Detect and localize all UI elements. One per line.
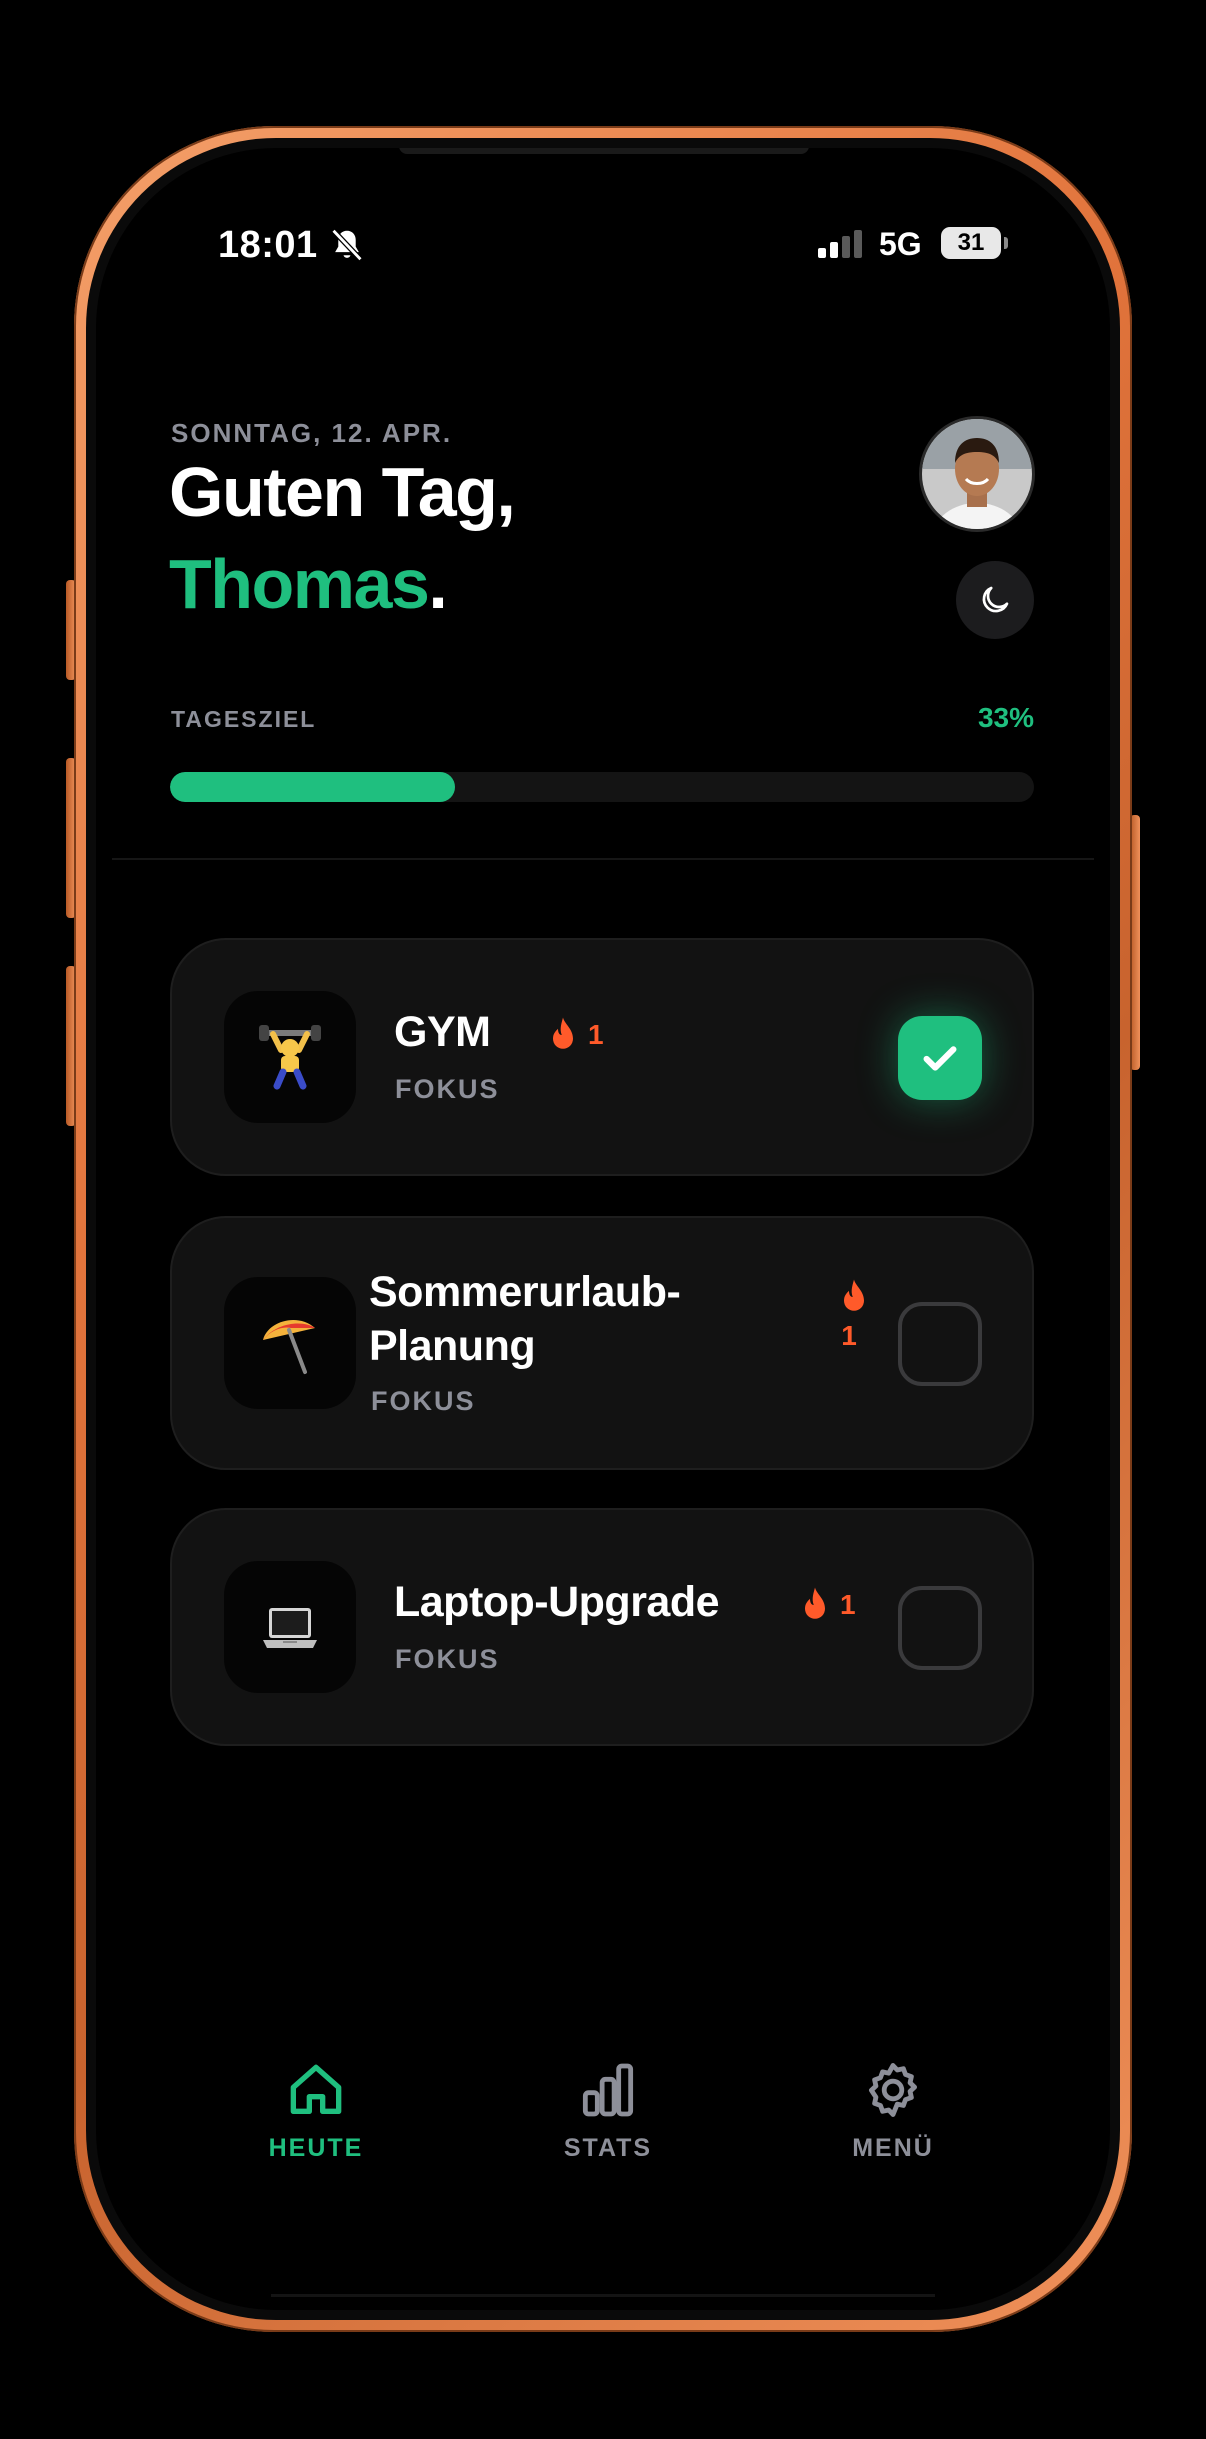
stage: 18:01 5G 31 SONNTAG, 12. APR. Guten Tag,… <box>0 0 1206 2439</box>
greeting-line: Guten Tag, <box>169 453 516 531</box>
tab-heute[interactable]: HEUTE <box>216 2058 416 2163</box>
task-title-line1: Sommerurlaub- <box>369 1268 681 1316</box>
task-card-laptop[interactable]: Laptop-Upgrade FOKUS 1 <box>170 1508 1034 1746</box>
moon-icon <box>982 586 1009 613</box>
task-icon-box <box>224 1561 356 1693</box>
greeting-name-line: Thomas. <box>169 544 448 624</box>
goal-percent: 33% <box>977 702 1034 733</box>
laptop-icon <box>263 1608 317 1648</box>
task-icon-box <box>224 991 356 1123</box>
streak-count: 1 <box>841 1320 857 1351</box>
weightlifter-icon <box>259 1025 321 1090</box>
flame-icon <box>844 1279 864 1311</box>
task-category: FOKUS <box>371 1386 476 1416</box>
bell-muted-icon <box>331 228 363 262</box>
goal-label: TAGESZIEL <box>171 706 317 732</box>
streak-badge: 1 <box>548 1016 604 1054</box>
streak-badge: 1 <box>834 1278 874 1352</box>
gear-icon <box>869 2063 917 2117</box>
task-category: FOKUS <box>395 1074 500 1104</box>
beach-umbrella-icon <box>263 1319 315 1374</box>
tab-label: HEUTE <box>268 2134 364 2162</box>
date-label: SONNTAG, 12. APR. <box>171 418 453 448</box>
home-indicator <box>271 2294 935 2297</box>
avatar-image <box>922 419 1032 529</box>
task-title: Laptop-Upgrade <box>394 1578 720 1626</box>
avatar[interactable] <box>919 416 1035 532</box>
checkmark-icon <box>923 1046 957 1071</box>
streak-badge: 1 <box>800 1586 856 1624</box>
sensor-housing <box>399 148 809 154</box>
task-checkbox-unchecked[interactable] <box>898 1302 982 1386</box>
user-name: Thomas <box>169 545 430 623</box>
task-category: FOKUS <box>395 1644 500 1674</box>
greeting-suffix: . <box>428 545 447 623</box>
bar-chart-icon <box>582 2063 634 2117</box>
flame-icon <box>553 1017 573 1049</box>
tab-menu[interactable]: MENÜ <box>793 2058 993 2163</box>
task-card-sommerurlaub[interactable]: Sommerurlaub- Planung FOKUS 1 <box>170 1216 1034 1470</box>
signal-icon <box>818 230 862 258</box>
battery-indicator: 31 <box>941 227 1001 259</box>
tab-stats[interactable]: STATS <box>508 2058 708 2163</box>
task-card-gym[interactable]: GYM FOKUS 1 <box>170 938 1034 1176</box>
network-label: 5G <box>879 226 922 262</box>
task-title: GYM <box>394 1008 491 1056</box>
goal-progress-bar <box>170 772 1034 802</box>
task-checkbox-checked[interactable] <box>898 1016 982 1100</box>
theme-toggle-button[interactable] <box>956 561 1034 639</box>
flame-icon <box>805 1587 825 1619</box>
divider <box>112 858 1094 860</box>
task-icon-box <box>224 1277 356 1409</box>
home-icon <box>290 2064 342 2114</box>
streak-count: 1 <box>588 1019 604 1050</box>
tab-label: MENÜ <box>852 2134 934 2162</box>
task-checkbox-unchecked[interactable] <box>898 1586 982 1670</box>
streak-count: 1 <box>840 1589 856 1620</box>
goal-progress-fill <box>170 772 456 802</box>
status-time: 18:01 <box>218 224 318 266</box>
tab-label: STATS <box>563 2134 653 2162</box>
battery-tip <box>1004 237 1008 249</box>
app-screen: 18:01 5G 31 SONNTAG, 12. APR. Guten Tag,… <box>96 148 1110 2310</box>
task-title-line2: Planung <box>369 1322 536 1370</box>
